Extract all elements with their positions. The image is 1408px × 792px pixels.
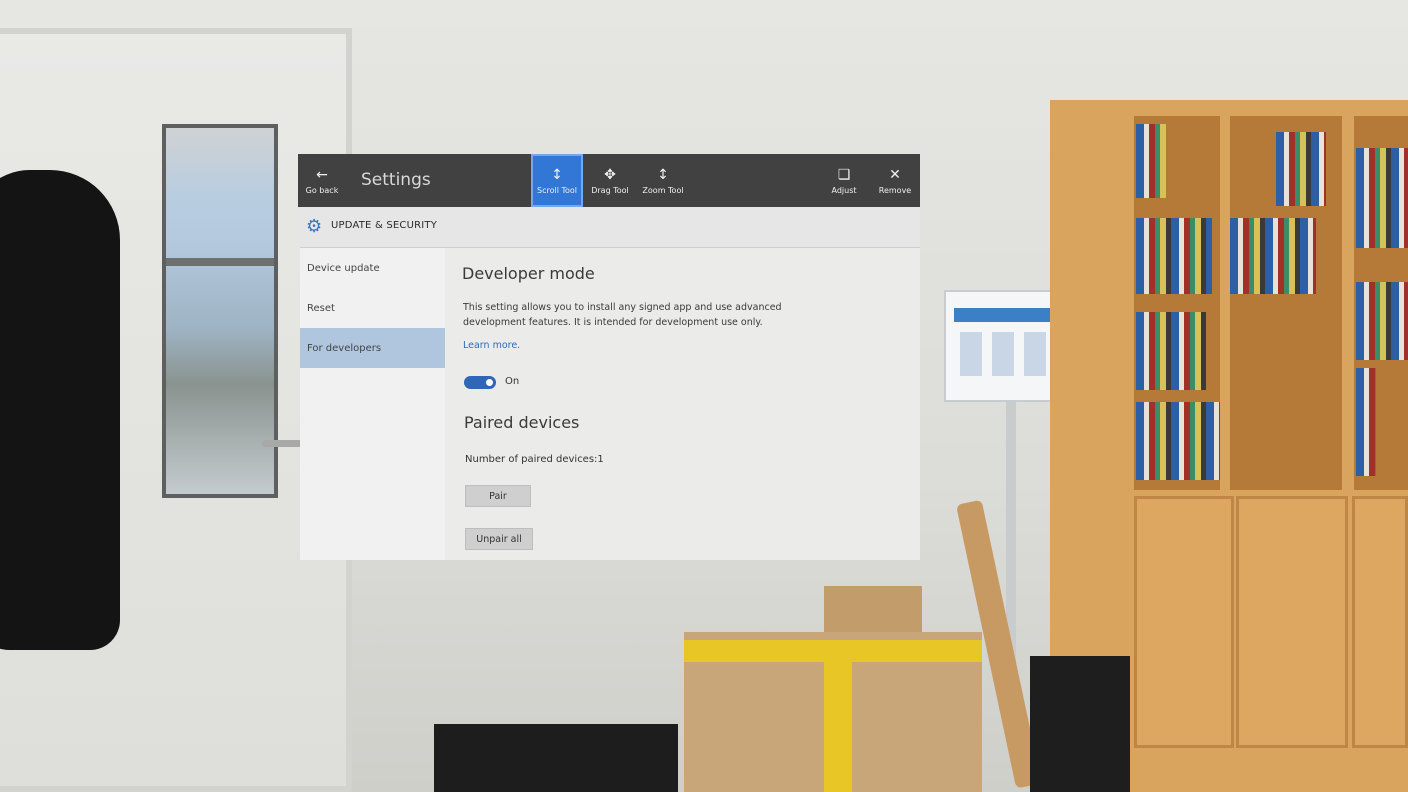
sidebar-item-reset[interactable]: Reset <box>300 288 445 328</box>
zoom-tool-label: Zoom Tool <box>642 185 684 195</box>
settings-window: ← Go back Settings ↕ Scroll Tool ✥ Drag … <box>298 154 920 560</box>
coat <box>0 170 120 650</box>
go-back-button[interactable]: ← Go back <box>302 154 342 207</box>
section-title: UPDATE & SECURITY <box>331 220 438 231</box>
drag-icon: ✥ <box>604 166 616 183</box>
settings-sidebar: Device update Reset For developers <box>300 248 445 560</box>
app-toolbar: ← Go back Settings ↕ Scroll Tool ✥ Drag … <box>298 154 920 207</box>
developer-mode-toggle-label: On <box>505 376 520 387</box>
unpair-all-button[interactable]: Unpair all <box>465 528 533 550</box>
remove-label: Remove <box>878 185 912 195</box>
paired-devices-count: Number of paired devices:1 <box>465 454 604 465</box>
door-window <box>162 124 278 498</box>
black-bin <box>1030 656 1130 792</box>
back-arrow-icon: ← <box>316 166 328 183</box>
window-title: Settings <box>361 170 431 190</box>
adjust-button[interactable]: ❏ Adjust <box>824 154 864 207</box>
developer-mode-toggle[interactable] <box>464 376 496 389</box>
sidebar-item-label: Reset <box>307 302 335 314</box>
adjust-label: Adjust <box>831 185 857 195</box>
drag-tool-button[interactable]: ✥ Drag Tool <box>586 154 634 207</box>
drag-tool-label: Drag Tool <box>591 185 629 195</box>
gear-icon: ⚙ <box>306 216 323 237</box>
black-crate <box>434 724 678 792</box>
developer-mode-description: This setting allows you to install any s… <box>463 302 782 328</box>
developer-mode-heading: Developer mode <box>462 264 595 283</box>
sidebar-item-label: For developers <box>307 342 382 354</box>
remove-button[interactable]: ✕ Remove <box>874 154 916 207</box>
sidebar-item-for-developers[interactable]: For developers <box>300 328 445 368</box>
section-header: ⚙ UPDATE & SECURITY <box>300 207 920 248</box>
scroll-tool-button[interactable]: ↕ Scroll Tool <box>531 154 583 207</box>
go-back-label: Go back <box>305 185 339 195</box>
scroll-icon: ↕ <box>551 166 563 183</box>
settings-content: Developer mode This setting allows you t… <box>445 248 920 560</box>
scroll-tool-label: Scroll Tool <box>536 185 577 195</box>
remove-icon: ✕ <box>889 166 901 183</box>
zoom-icon: ↕ <box>657 166 669 183</box>
large-cardboard-box <box>684 632 982 792</box>
adjust-icon: ❏ <box>837 166 851 183</box>
pair-button[interactable]: Pair <box>465 485 531 507</box>
paired-devices-heading: Paired devices <box>464 413 580 432</box>
sidebar-item-device-update[interactable]: Device update <box>300 248 445 288</box>
sidebar-item-label: Device update <box>307 262 380 274</box>
learn-more-link[interactable]: Learn more. <box>463 340 520 351</box>
zoom-tool-button[interactable]: ↕ Zoom Tool <box>638 154 688 207</box>
